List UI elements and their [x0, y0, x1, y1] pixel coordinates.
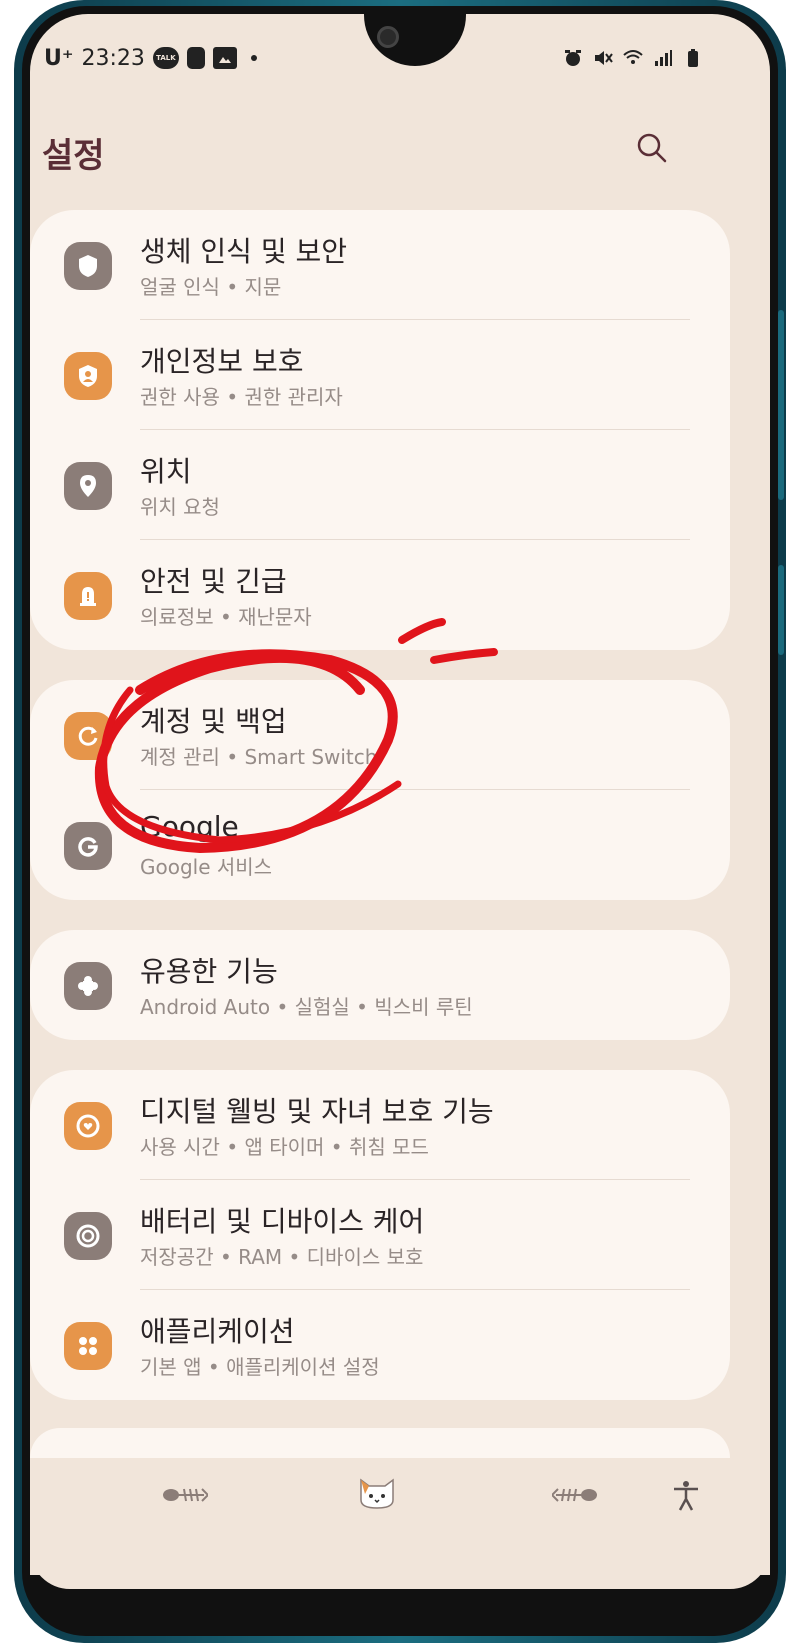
search-icon — [637, 133, 667, 163]
item-title: 유용한 기능 — [140, 955, 278, 988]
page-title: 설정 — [42, 136, 105, 176]
settings-item-advanced-features[interactable]: 유용한 기능 Android Auto • 실험실 • 빅스비 루틴 — [30, 930, 730, 1040]
fishbone-right-icon[interactable] — [550, 1480, 600, 1510]
item-title: 안전 및 긴급 — [140, 565, 287, 598]
device-care-icon — [64, 1212, 112, 1260]
clock: 23:23 — [81, 45, 145, 71]
item-subtitle: 의료정보 • 재난문자 — [140, 605, 312, 629]
settings-item-digital-wellbeing[interactable]: 디지털 웰빙 및 자녀 보호 기능 사용 시간 • 앱 타이머 • 취침 모드 — [30, 1070, 730, 1180]
item-subtitle: 위치 요청 — [140, 495, 220, 519]
privacy-icon — [64, 352, 112, 400]
status-bar: U⁺ 23:23 TALK — [44, 40, 704, 76]
item-subtitle: 기본 앱 • 애플리케이션 설정 — [140, 1355, 380, 1379]
item-subtitle: 사용 시간 • 앱 타이머 • 취침 모드 — [140, 1135, 429, 1159]
apps-icon — [64, 1322, 112, 1370]
battery-icon — [682, 47, 704, 69]
cat-face-icon[interactable] — [355, 1472, 399, 1512]
puzzle-icon — [64, 962, 112, 1010]
item-title: 배터리 및 디바이스 케어 — [140, 1205, 425, 1238]
item-subtitle: Google 서비스 — [140, 855, 273, 879]
item-subtitle: 저장공간 • RAM • 디바이스 보호 — [140, 1245, 424, 1269]
item-subtitle: 계정 관리 • Smart Switch — [140, 745, 378, 769]
item-title: 생체 인식 및 보안 — [140, 235, 348, 268]
volume-button — [778, 310, 784, 500]
item-title: 애플리케이션 — [140, 1315, 295, 1348]
signal-icon — [652, 47, 674, 69]
item-title: Google — [140, 810, 239, 843]
gallery-icon — [212, 47, 237, 69]
settings-group-advanced: 유용한 기능 Android Auto • 실험실 • 빅스비 루틴 — [30, 930, 730, 1040]
settings-item-battery-device-care[interactable]: 배터리 및 디바이스 케어 저장공간 • RAM • 디바이스 보호 — [30, 1180, 730, 1290]
settings-group-security: 생체 인식 및 보안 얼굴 인식 • 지문 개인정보 보호 권한 사용 • 권한… — [30, 210, 730, 650]
carrier-label: U⁺ — [44, 45, 74, 71]
bottom-navigation-bar — [30, 1458, 770, 1575]
settings-item-google[interactable]: Google Google 서비스 — [30, 790, 730, 900]
alert-icon — [64, 572, 112, 620]
google-icon — [64, 822, 112, 870]
settings-group-device: 디지털 웰빙 및 자녀 보호 기능 사용 시간 • 앱 타이머 • 취침 모드 … — [30, 1070, 730, 1400]
wellbeing-icon — [64, 1102, 112, 1150]
accessibility-icon[interactable] — [666, 1476, 706, 1516]
settings-item-location[interactable]: 위치 위치 요청 — [30, 430, 730, 540]
more-notifications-dot — [250, 55, 257, 61]
settings-group-accounts: 계정 및 백업 계정 관리 • Smart Switch Google Goog… — [30, 680, 730, 900]
talk-icon: TALK — [152, 47, 179, 69]
fishbone-left-icon[interactable] — [160, 1480, 210, 1510]
shield-icon — [64, 242, 112, 290]
sync-icon — [64, 712, 112, 760]
power-button — [778, 565, 784, 655]
settings-item-privacy[interactable]: 개인정보 보호 권한 사용 • 권한 관리자 — [30, 320, 730, 430]
item-subtitle: Android Auto • 실험실 • 빅스비 루틴 — [140, 995, 473, 1019]
item-title: 개인정보 보호 — [140, 345, 304, 378]
search-button[interactable] — [630, 126, 674, 170]
location-icon — [64, 462, 112, 510]
settings-item-safety[interactable]: 안전 및 긴급 의료정보 • 재난문자 — [30, 540, 730, 650]
wifi-icon — [622, 47, 644, 69]
item-subtitle: 얼굴 인식 • 지문 — [140, 275, 282, 299]
item-subtitle: 권한 사용 • 권한 관리자 — [140, 385, 343, 409]
settings-item-biometrics[interactable]: 생체 인식 및 보안 얼굴 인식 • 지문 — [30, 210, 730, 320]
settings-item-accounts-backup[interactable]: 계정 및 백업 계정 관리 • Smart Switch — [30, 680, 730, 790]
notification-icon — [186, 47, 205, 69]
alarm-icon — [562, 47, 584, 69]
mute-icon — [592, 47, 614, 69]
item-title: 디지털 웰빙 및 자녀 보호 기능 — [140, 1095, 494, 1128]
settings-item-applications[interactable]: 애플리케이션 기본 앱 • 애플리케이션 설정 — [30, 1290, 730, 1400]
item-title: 계정 및 백업 — [140, 705, 287, 738]
item-title: 위치 — [140, 455, 192, 488]
